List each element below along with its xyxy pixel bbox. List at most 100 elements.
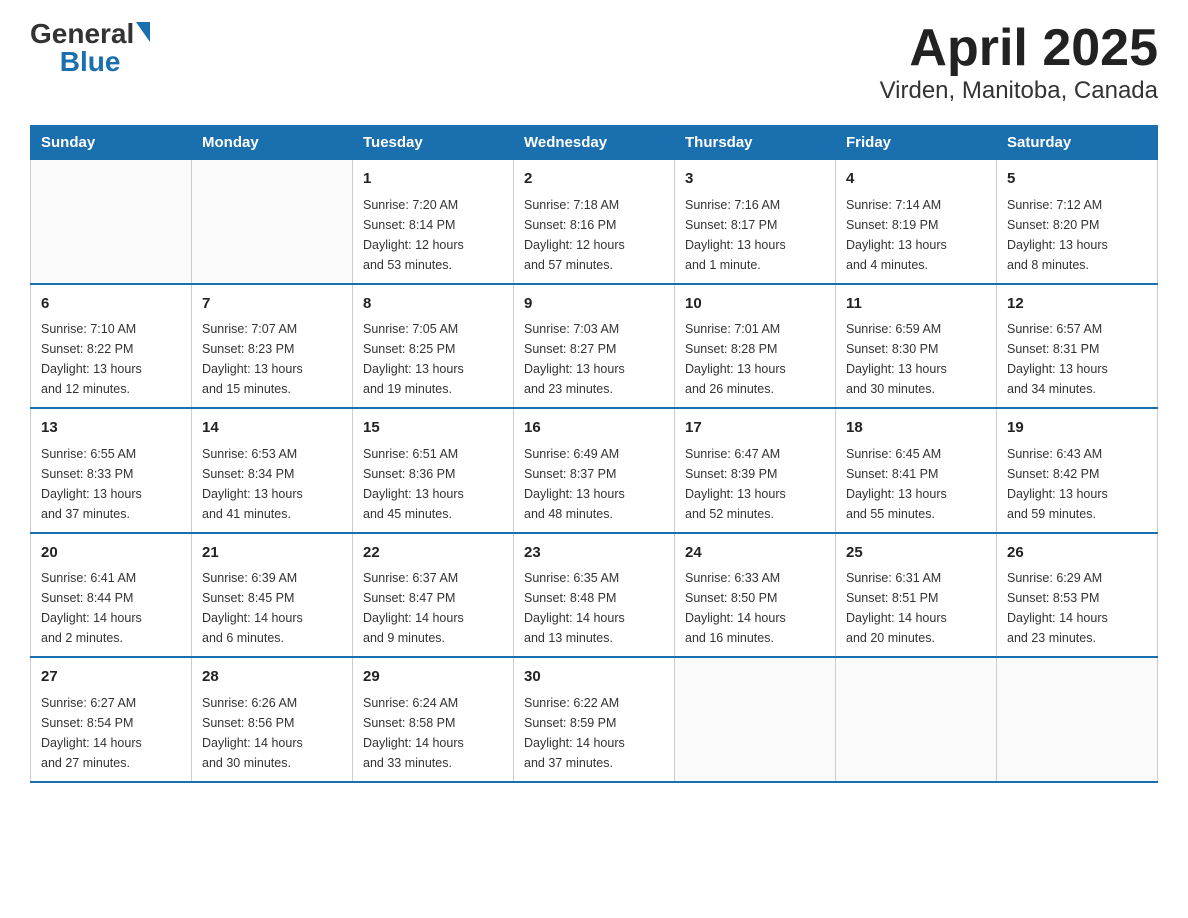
calendar-day-header: Monday <box>192 126 353 160</box>
day-info: Sunrise: 6:49 AM Sunset: 8:37 PM Dayligh… <box>524 444 664 524</box>
day-number: 2 <box>524 168 664 191</box>
day-number: 10 <box>685 293 825 316</box>
calendar-week-row: 13 Sunrise: 6:55 AM Sunset: 8:33 PM Dayli… <box>31 408 1158 533</box>
day-info: Sunrise: 6:37 AM Sunset: 8:47 PM Dayligh… <box>363 568 503 648</box>
calendar-day-cell <box>31 160 192 284</box>
calendar-day-cell <box>192 160 353 284</box>
day-info: Sunrise: 6:59 AM Sunset: 8:30 PM Dayligh… <box>846 319 986 399</box>
calendar-day-cell <box>836 657 997 782</box>
logo: General Blue <box>30 20 150 76</box>
day-number: 9 <box>524 293 664 316</box>
calendar-day-header: Thursday <box>675 126 836 160</box>
day-info: Sunrise: 7:16 AM Sunset: 8:17 PM Dayligh… <box>685 195 825 275</box>
calendar-day-header: Wednesday <box>514 126 675 160</box>
calendar-day-cell: 8Sunrise: 7:05 AM Sunset: 8:25 PM Daylig… <box>353 284 514 409</box>
calendar-day-cell: 5Sunrise: 7:12 AM Sunset: 8:20 PM Daylig… <box>997 160 1158 284</box>
day-number: 29 <box>363 666 503 689</box>
calendar-day-header: Sunday <box>31 126 192 160</box>
calendar-day-cell: 3 Sunrise: 7:16 AM Sunset: 8:17 PM Daylig… <box>675 160 836 284</box>
day-number: 13 <box>41 417 181 440</box>
calendar-day-cell: 9 Sunrise: 7:03 AM Sunset: 8:27 PM Daylig… <box>514 284 675 409</box>
calendar-day-cell: 7 Sunrise: 7:07 AM Sunset: 8:23 PM Daylig… <box>192 284 353 409</box>
calendar-day-cell <box>997 657 1158 782</box>
day-number: 24 <box>685 542 825 565</box>
day-info: Sunrise: 6:41 AM Sunset: 8:44 PM Dayligh… <box>41 568 181 648</box>
day-number: 7 <box>202 293 342 316</box>
day-number: 25 <box>846 542 986 565</box>
day-number: 27 <box>41 666 181 689</box>
logo-triangle-icon <box>136 22 150 42</box>
day-info: Sunrise: 7:10 AM Sunset: 8:22 PM Dayligh… <box>41 319 181 399</box>
page-subtitle: Virden, Manitoba, Canada <box>880 77 1158 105</box>
title-area: April 2025 Virden, Manitoba, Canada <box>880 20 1158 105</box>
page-title: April 2025 <box>880 20 1158 77</box>
day-info: Sunrise: 6:47 AM Sunset: 8:39 PM Dayligh… <box>685 444 825 524</box>
day-number: 19 <box>1007 417 1147 440</box>
day-info: Sunrise: 7:18 AM Sunset: 8:16 PM Dayligh… <box>524 195 664 275</box>
day-info: Sunrise: 6:43 AM Sunset: 8:42 PM Dayligh… <box>1007 444 1147 524</box>
day-number: 18 <box>846 417 986 440</box>
calendar-day-cell: 23Sunrise: 6:35 AM Sunset: 8:48 PM Dayli… <box>514 533 675 658</box>
calendar-day-cell: 24Sunrise: 6:33 AM Sunset: 8:50 PM Dayli… <box>675 533 836 658</box>
calendar-day-cell: 15 Sunrise: 6:51 AM Sunset: 8:36 PM Dayli… <box>353 408 514 533</box>
calendar-day-cell: 11 Sunrise: 6:59 AM Sunset: 8:30 PM Dayli… <box>836 284 997 409</box>
day-info: Sunrise: 6:57 AM Sunset: 8:31 PM Dayligh… <box>1007 319 1147 399</box>
calendar-day-header: Friday <box>836 126 997 160</box>
day-info: Sunrise: 7:20 AM Sunset: 8:14 PM Dayligh… <box>363 195 503 275</box>
calendar-day-cell: 21Sunrise: 6:39 AM Sunset: 8:45 PM Dayli… <box>192 533 353 658</box>
calendar-day-cell: 14 Sunrise: 6:53 AM Sunset: 8:34 PM Dayli… <box>192 408 353 533</box>
calendar-day-cell: 6 Sunrise: 7:10 AM Sunset: 8:22 PM Daylig… <box>31 284 192 409</box>
calendar-table: SundayMondayTuesdayWednesdayThursdayFrid… <box>30 125 1158 783</box>
day-number: 28 <box>202 666 342 689</box>
calendar-day-cell: 1 Sunrise: 7:20 AM Sunset: 8:14 PM Daylig… <box>353 160 514 284</box>
calendar-header-row: SundayMondayTuesdayWednesdayThursdayFrid… <box>31 126 1158 160</box>
calendar-day-cell: 12 Sunrise: 6:57 AM Sunset: 8:31 PM Dayli… <box>997 284 1158 409</box>
day-info: Sunrise: 7:03 AM Sunset: 8:27 PM Dayligh… <box>524 319 664 399</box>
day-number: 16 <box>524 417 664 440</box>
day-number: 6 <box>41 293 181 316</box>
day-number: 22 <box>363 542 503 565</box>
day-number: 17 <box>685 417 825 440</box>
day-info: Sunrise: 6:24 AM Sunset: 8:58 PM Dayligh… <box>363 693 503 773</box>
calendar-day-cell: 19 Sunrise: 6:43 AM Sunset: 8:42 PM Dayli… <box>997 408 1158 533</box>
day-number: 1 <box>363 168 503 191</box>
day-info: Sunrise: 7:12 AM Sunset: 8:20 PM Dayligh… <box>1007 195 1147 275</box>
day-info: Sunrise: 7:07 AM Sunset: 8:23 PM Dayligh… <box>202 319 342 399</box>
day-info: Sunrise: 6:53 AM Sunset: 8:34 PM Dayligh… <box>202 444 342 524</box>
calendar-week-row: 20 Sunrise: 6:41 AM Sunset: 8:44 PM Dayli… <box>31 533 1158 658</box>
day-number: 12 <box>1007 293 1147 316</box>
calendar-day-cell: 20 Sunrise: 6:41 AM Sunset: 8:44 PM Dayli… <box>31 533 192 658</box>
day-number: 23 <box>524 542 664 565</box>
calendar-day-cell: 22 Sunrise: 6:37 AM Sunset: 8:47 PM Dayli… <box>353 533 514 658</box>
day-number: 20 <box>41 542 181 565</box>
calendar-day-cell: 25Sunrise: 6:31 AM Sunset: 8:51 PM Dayli… <box>836 533 997 658</box>
day-number: 15 <box>363 417 503 440</box>
day-info: Sunrise: 7:01 AM Sunset: 8:28 PM Dayligh… <box>685 319 825 399</box>
calendar-day-header: Tuesday <box>353 126 514 160</box>
day-number: 14 <box>202 417 342 440</box>
calendar-day-cell: 30Sunrise: 6:22 AM Sunset: 8:59 PM Dayli… <box>514 657 675 782</box>
day-number: 30 <box>524 666 664 689</box>
day-number: 11 <box>846 293 986 316</box>
day-number: 26 <box>1007 542 1147 565</box>
calendar-day-cell: 13 Sunrise: 6:55 AM Sunset: 8:33 PM Dayli… <box>31 408 192 533</box>
calendar-day-cell: 4Sunrise: 7:14 AM Sunset: 8:19 PM Daylig… <box>836 160 997 284</box>
calendar-day-header: Saturday <box>997 126 1158 160</box>
calendar-day-cell: 17 Sunrise: 6:47 AM Sunset: 8:39 PM Dayli… <box>675 408 836 533</box>
day-info: Sunrise: 6:29 AM Sunset: 8:53 PM Dayligh… <box>1007 568 1147 648</box>
day-info: Sunrise: 6:51 AM Sunset: 8:36 PM Dayligh… <box>363 444 503 524</box>
calendar-day-cell: 16 Sunrise: 6:49 AM Sunset: 8:37 PM Dayli… <box>514 408 675 533</box>
calendar-day-cell: 29 Sunrise: 6:24 AM Sunset: 8:58 PM Dayli… <box>353 657 514 782</box>
day-number: 4 <box>846 168 986 191</box>
page-header: General Blue April 2025 Virden, Manitoba… <box>30 20 1158 105</box>
day-info: Sunrise: 6:45 AM Sunset: 8:41 PM Dayligh… <box>846 444 986 524</box>
calendar-day-cell: 27 Sunrise: 6:27 AM Sunset: 8:54 PM Dayli… <box>31 657 192 782</box>
calendar-day-cell: 28 Sunrise: 6:26 AM Sunset: 8:56 PM Dayli… <box>192 657 353 782</box>
day-info: Sunrise: 6:27 AM Sunset: 8:54 PM Dayligh… <box>41 693 181 773</box>
calendar-week-row: 1 Sunrise: 7:20 AM Sunset: 8:14 PM Daylig… <box>31 160 1158 284</box>
calendar-day-cell <box>675 657 836 782</box>
day-info: Sunrise: 6:55 AM Sunset: 8:33 PM Dayligh… <box>41 444 181 524</box>
day-info: Sunrise: 6:26 AM Sunset: 8:56 PM Dayligh… <box>202 693 342 773</box>
day-number: 3 <box>685 168 825 191</box>
calendar-week-row: 27 Sunrise: 6:27 AM Sunset: 8:54 PM Dayli… <box>31 657 1158 782</box>
